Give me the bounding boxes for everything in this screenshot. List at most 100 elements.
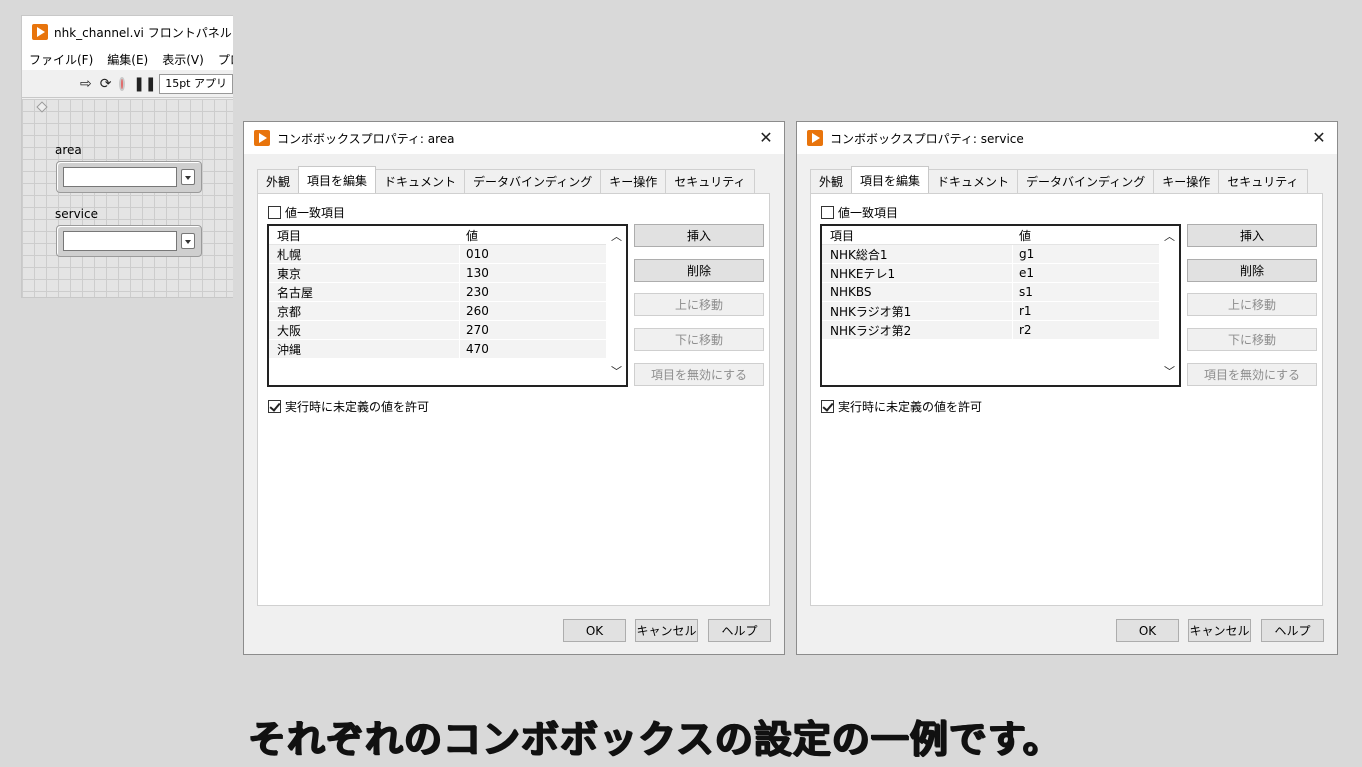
area-combobox-field[interactable]	[63, 167, 177, 187]
table-row[interactable]: NHKEテレ1 e1	[822, 264, 1159, 283]
item-cell[interactable]: NHKEテレ1	[822, 264, 1013, 282]
move-down-button[interactable]: 下に移動	[634, 328, 764, 351]
scroll-up-icon[interactable]: ︿	[1164, 231, 1175, 242]
table-row[interactable]: 札幌 010	[269, 245, 606, 264]
tab-data-binding[interactable]: データバインディング	[464, 169, 602, 193]
value-cell[interactable]: s1	[1013, 285, 1033, 299]
tab-security[interactable]: セキュリティ	[1218, 169, 1308, 193]
table-row[interactable]: NHK総合1 g1	[822, 245, 1159, 264]
scroll-up-icon[interactable]: ︿	[611, 231, 622, 242]
table-row[interactable]: 沖縄 470	[269, 340, 606, 359]
value-cell[interactable]: 270	[460, 323, 489, 337]
font-selector[interactable]: 15pt アプリ	[159, 73, 233, 94]
tab-bar: 外観 項目を編集 ドキュメント データバインディング キー操作 セキュリティ	[257, 166, 755, 193]
delete-button[interactable]: 削除	[1187, 259, 1317, 282]
area-combobox[interactable]	[56, 161, 202, 193]
menu-edit[interactable]: 編集(E)	[107, 51, 148, 68]
dropdown-arrow-icon[interactable]	[181, 233, 195, 249]
allow-undefined-checkbox-row[interactable]: 実行時に未定義の値を許可	[821, 398, 982, 415]
menu-file[interactable]: ファイル(F)	[29, 51, 93, 68]
disable-item-button[interactable]: 項目を無効にする	[634, 363, 764, 386]
value-cell[interactable]: r1	[1013, 304, 1032, 318]
table-row[interactable]: 大阪 270	[269, 321, 606, 340]
item-cell[interactable]: 沖縄	[269, 340, 460, 358]
column-header-item[interactable]: 項目	[269, 226, 460, 244]
table-row[interactable]: NHKラジオ第2 r2	[822, 321, 1159, 340]
delete-button[interactable]: 削除	[634, 259, 764, 282]
tab-documentation[interactable]: ドキュメント	[928, 169, 1019, 193]
run-continuously-icon[interactable]: ⟳	[100, 76, 112, 92]
items-table[interactable]: 項目 値 NHK総合1 g1 NHKEテレ1 e1 NHKBS s1 NHKラジ…	[820, 224, 1181, 387]
value-cell[interactable]: 230	[460, 285, 489, 299]
item-cell[interactable]: 名古屋	[269, 283, 460, 301]
tab-documentation[interactable]: ドキュメント	[375, 169, 466, 193]
value-cell[interactable]: 470	[460, 342, 489, 356]
item-cell[interactable]: 京都	[269, 302, 460, 320]
tab-security[interactable]: セキュリティ	[665, 169, 755, 193]
service-combobox[interactable]	[56, 225, 202, 257]
move-down-button[interactable]: 下に移動	[1187, 328, 1317, 351]
column-header-value[interactable]: 値	[1013, 227, 1031, 244]
item-cell[interactable]: NHKラジオ第1	[822, 302, 1013, 320]
item-cell[interactable]: 大阪	[269, 321, 460, 339]
value-cell[interactable]: r2	[1013, 323, 1032, 337]
disable-item-button[interactable]: 項目を無効にする	[1187, 363, 1317, 386]
allow-undefined-checkbox[interactable]	[268, 400, 281, 413]
dialog-title: コンボボックスプロパティ: service	[830, 131, 1024, 146]
help-button[interactable]: ヘルプ	[708, 619, 771, 642]
table-row[interactable]: 京都 260	[269, 302, 606, 321]
tab-appearance[interactable]: 外観	[257, 169, 300, 193]
table-row[interactable]: 東京 130	[269, 264, 606, 283]
value-match-checkbox[interactable]	[821, 206, 834, 219]
pause-icon[interactable]: ❚❚	[133, 76, 156, 92]
value-cell[interactable]: 010	[460, 247, 489, 261]
value-match-checkbox-row[interactable]: 値一致項目	[821, 204, 898, 221]
close-icon[interactable]: ✕	[1309, 128, 1329, 147]
value-cell[interactable]: g1	[1013, 247, 1034, 261]
menu-project[interactable]: プロジ	[218, 51, 233, 68]
column-header-value[interactable]: 値	[460, 227, 478, 244]
cancel-button[interactable]: キャンセル	[1188, 619, 1251, 642]
table-row[interactable]: NHKBS s1	[822, 283, 1159, 302]
insert-button[interactable]: 挿入	[1187, 224, 1317, 247]
dropdown-arrow-icon[interactable]	[181, 169, 195, 185]
cancel-button[interactable]: キャンセル	[635, 619, 698, 642]
column-header-item[interactable]: 項目	[822, 226, 1013, 244]
ok-button[interactable]: OK	[563, 619, 626, 642]
abort-icon[interactable]	[119, 76, 126, 91]
item-cell[interactable]: 東京	[269, 264, 460, 282]
vertical-scrollbar[interactable]: ︿ ﹀	[606, 226, 626, 385]
service-combobox-field[interactable]	[63, 231, 177, 251]
item-cell[interactable]: NHKBS	[822, 283, 1013, 301]
insert-button[interactable]: 挿入	[634, 224, 764, 247]
item-cell[interactable]: NHKラジオ第2	[822, 321, 1013, 339]
value-cell[interactable]: 130	[460, 266, 489, 280]
close-icon[interactable]: ✕	[756, 128, 776, 147]
help-button[interactable]: ヘルプ	[1261, 619, 1324, 642]
scroll-down-icon[interactable]: ﹀	[1164, 366, 1175, 377]
scroll-down-icon[interactable]: ﹀	[611, 366, 622, 377]
value-cell[interactable]: e1	[1013, 266, 1034, 280]
tab-key-navigation[interactable]: キー操作	[600, 169, 667, 193]
move-up-button[interactable]: 上に移動	[1187, 293, 1317, 316]
tab-data-binding[interactable]: データバインディング	[1017, 169, 1155, 193]
tab-edit-items[interactable]: 項目を編集	[298, 166, 377, 193]
item-cell[interactable]: NHK総合1	[822, 245, 1013, 263]
run-arrow-icon[interactable]: ⇨	[80, 76, 92, 92]
allow-undefined-checkbox[interactable]	[821, 400, 834, 413]
table-row[interactable]: NHKラジオ第1 r1	[822, 302, 1159, 321]
item-cell[interactable]: 札幌	[269, 245, 460, 263]
value-match-checkbox[interactable]	[268, 206, 281, 219]
table-row[interactable]: 名古屋 230	[269, 283, 606, 302]
menu-view[interactable]: 表示(V)	[162, 51, 204, 68]
allow-undefined-checkbox-row[interactable]: 実行時に未定義の値を許可	[268, 398, 429, 415]
vertical-scrollbar[interactable]: ︿ ﹀	[1159, 226, 1179, 385]
items-table[interactable]: 項目 値 札幌 010 東京 130 名古屋 230 京都 260 大阪 270	[267, 224, 628, 387]
tab-key-navigation[interactable]: キー操作	[1153, 169, 1220, 193]
value-match-checkbox-row[interactable]: 値一致項目	[268, 204, 345, 221]
value-cell[interactable]: 260	[460, 304, 489, 318]
move-up-button[interactable]: 上に移動	[634, 293, 764, 316]
tab-appearance[interactable]: 外観	[810, 169, 853, 193]
tab-edit-items[interactable]: 項目を編集	[851, 166, 930, 193]
ok-button[interactable]: OK	[1116, 619, 1179, 642]
